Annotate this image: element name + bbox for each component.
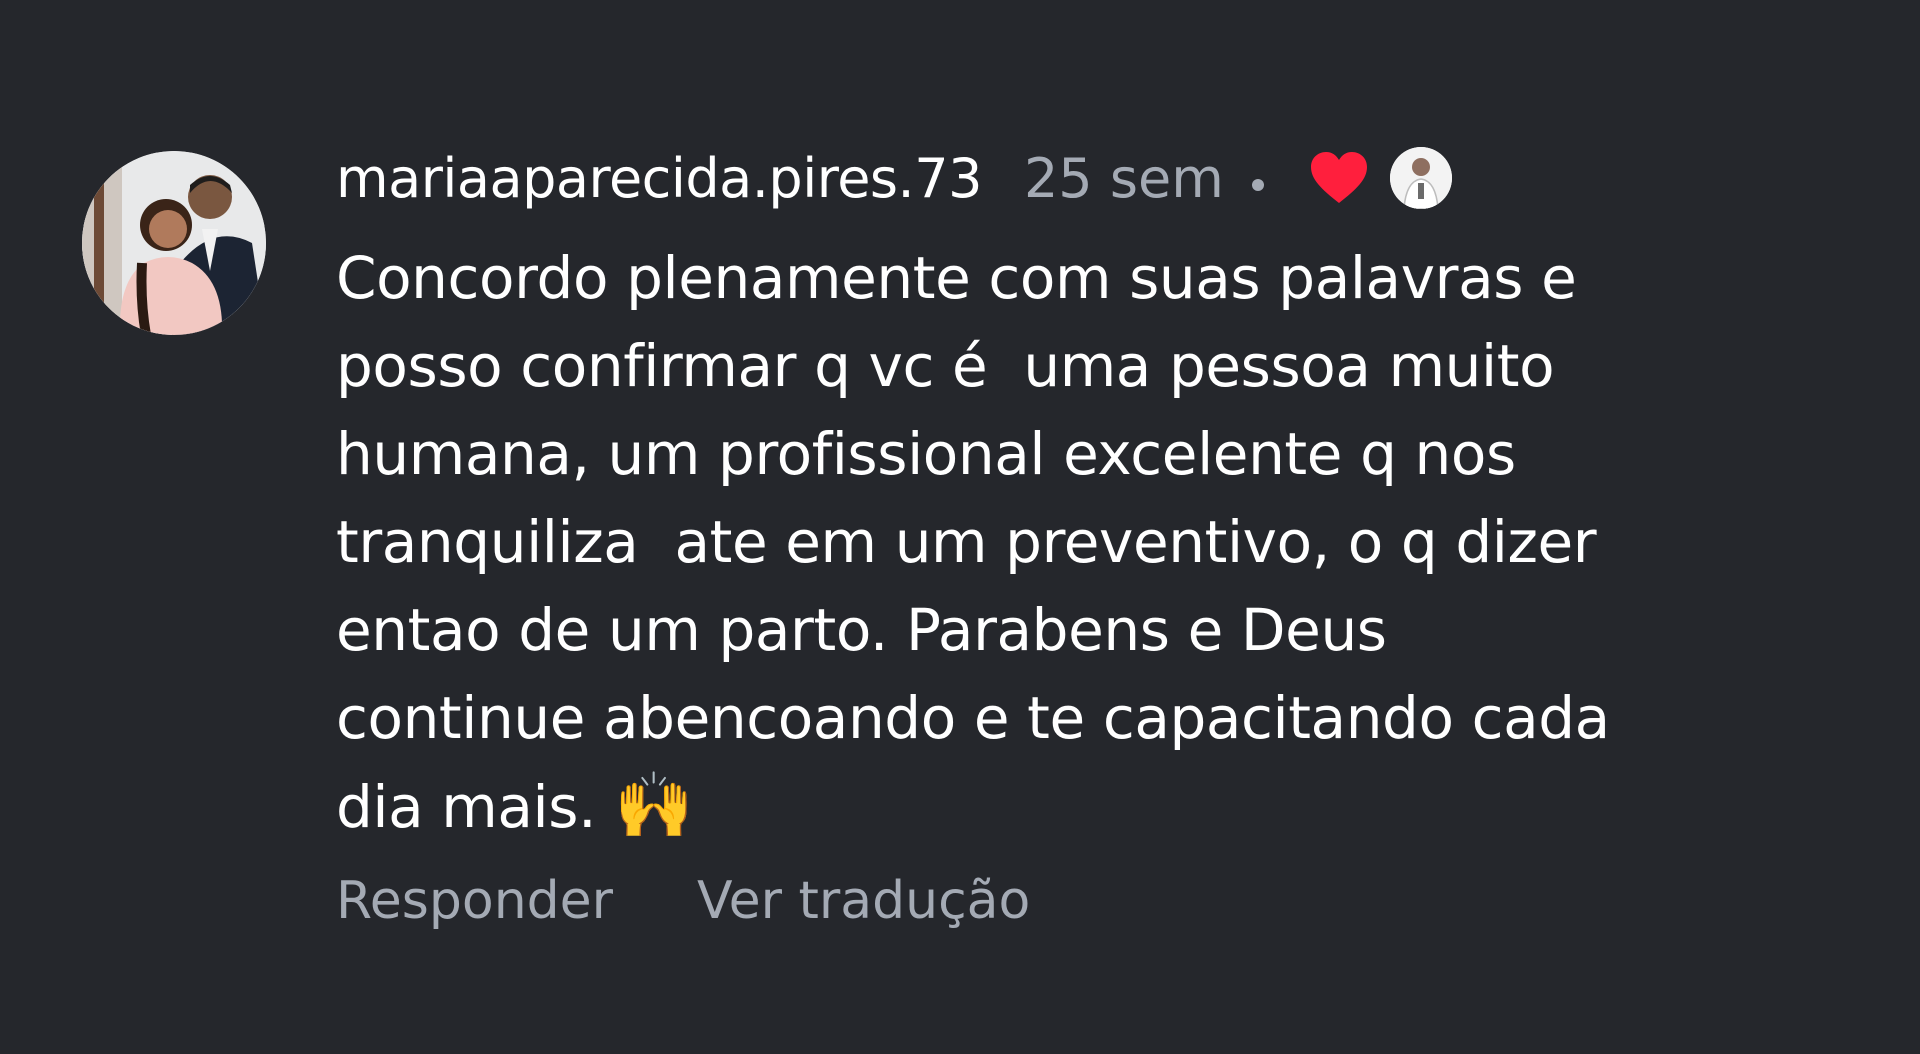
comment-line: continue abencoando e te capacitando cad… bbox=[336, 684, 1610, 752]
comment-text: Concordo plenamente com suas palavras e … bbox=[336, 234, 1816, 851]
comment-username[interactable]: mariaaparecida.pires.73 bbox=[336, 147, 982, 210]
comment-line: tranquiliza ate em um preventivo, o q di… bbox=[336, 508, 1597, 576]
comment-line: entao de um parto. Parabens e Deus bbox=[336, 596, 1387, 664]
comment-line: dia mais. bbox=[336, 773, 615, 841]
comment-timestamp: 25 sem bbox=[1023, 146, 1224, 210]
reply-button[interactable]: Responder bbox=[336, 871, 613, 931]
comment-body: mariaaparecida.pires.73 25 sem Concordo … bbox=[336, 140, 1836, 941]
avatar-photo-icon bbox=[82, 151, 266, 335]
heart-icon[interactable] bbox=[1308, 150, 1370, 206]
author-avatar-photo-icon bbox=[1389, 147, 1452, 209]
raising-hands-emoji: 🙌 bbox=[614, 769, 694, 843]
heart-shape-icon bbox=[1310, 152, 1367, 203]
user-avatar[interactable] bbox=[82, 151, 266, 335]
separator-dot bbox=[1251, 179, 1264, 191]
comment-line: humana, um profissional excelente q nos bbox=[336, 420, 1516, 488]
comment-line: posso confirmar q vc é uma pessoa muito bbox=[336, 332, 1555, 400]
comment-line: Concordo plenamente com suas palavras e bbox=[336, 244, 1577, 312]
author-avatar[interactable] bbox=[1389, 147, 1452, 209]
comment-actions: Responder Ver tradução bbox=[336, 861, 1836, 941]
see-translation-button[interactable]: Ver tradução bbox=[697, 871, 1030, 931]
comment-screen: mariaaparecida.pires.73 25 sem Concordo … bbox=[0, 0, 1920, 1054]
comment-meta: mariaaparecida.pires.73 25 sem bbox=[336, 140, 1836, 216]
